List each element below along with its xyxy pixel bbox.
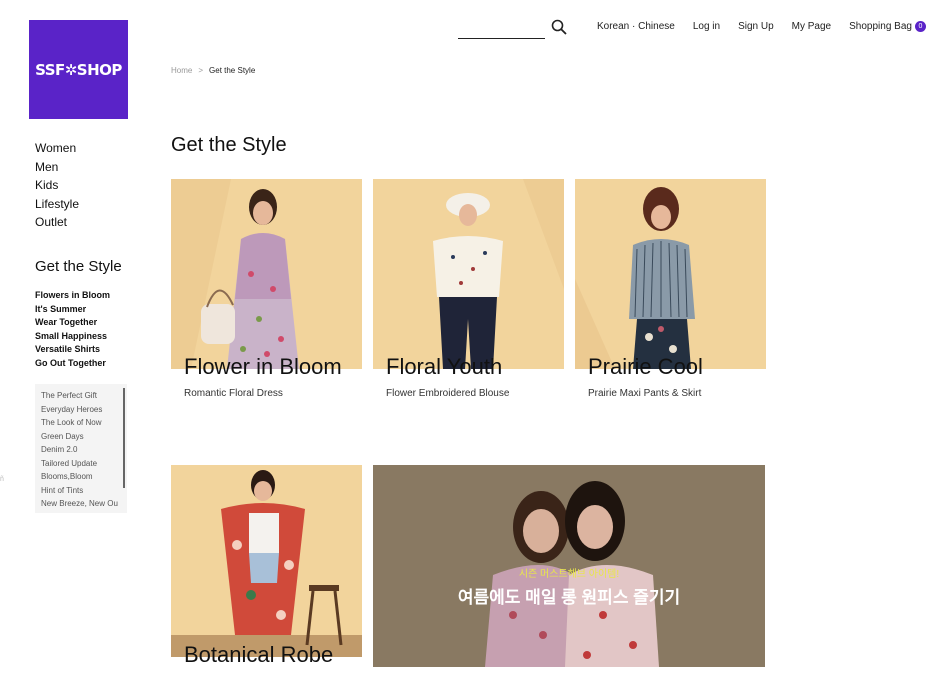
style-link[interactable]: Flowers in Bloom (35, 289, 110, 303)
more-style-link[interactable]: Hint of Tints (41, 484, 127, 498)
more-style-link[interactable]: New Breeze, New Ou (41, 497, 127, 511)
page-title: Get the Style (171, 134, 287, 156)
more-style-link[interactable]: The Look of Now (41, 416, 127, 430)
promo-banner[interactable]: 시즌 머스트해브 아이템! 여름에도 매일 롱 원피스 즐기기 (373, 465, 765, 667)
style-link[interactable]: It's Summer (35, 303, 110, 317)
breadcrumb-home[interactable]: Home (171, 66, 192, 75)
banner-title: 여름에도 매일 롱 원피스 즐기기 (457, 588, 681, 607)
more-styles-list[interactable]: The Perfect Gift Everyday Heroes The Loo… (35, 384, 127, 513)
logo-text: SSF✲SHOP (35, 60, 122, 79)
card-image (171, 179, 362, 369)
card-image (575, 179, 766, 369)
edge-mark: ñ (0, 476, 4, 483)
style-card[interactable]: Botanical Robe (171, 465, 362, 687)
card-title: Prairie Cool (588, 354, 703, 379)
more-style-link[interactable]: Green Days (41, 430, 127, 444)
banner-subtitle: 시즌 머스트해브 아이템! (518, 569, 620, 580)
style-card[interactable]: Flower in Bloom Romantic Floral Dress (171, 179, 362, 409)
more-style-link[interactable]: Blooms,Bloom (41, 470, 127, 484)
breadcrumb: Home > Get the Style (171, 66, 255, 75)
card-image (373, 179, 564, 369)
card-subtitle: Romantic Floral Dress (184, 388, 283, 399)
style-link[interactable]: Wear Together (35, 316, 110, 330)
card-subtitle: Prairie Maxi Pants & Skirt (588, 388, 702, 399)
card-title: Flower in Bloom (184, 354, 342, 379)
mypage-link[interactable]: My Page (792, 21, 831, 32)
sidebar-item-women[interactable]: Women (35, 139, 79, 158)
top-nav: Korean · Chinese Log in Sign Up My Page … (597, 21, 926, 32)
style-card[interactable]: Floral Youth Flower Embroidered Blouse (373, 179, 564, 409)
card-title: Botanical Robe (184, 642, 334, 667)
style-link[interactable]: Small Happiness (35, 330, 110, 344)
sidebar-categories: Women Men Kids Lifestyle Outlet (35, 139, 79, 232)
shopping-bag-link[interactable]: Shopping Bag 0 (849, 21, 926, 32)
more-style-link[interactable]: Everyday Heroes (41, 403, 127, 417)
sidebar-item-lifestyle[interactable]: Lifestyle (35, 195, 79, 214)
style-link[interactable]: Versatile Shirts (35, 343, 110, 357)
card-image (171, 465, 362, 657)
card-title: Floral Youth (386, 354, 503, 379)
sidebar-item-kids[interactable]: Kids (35, 176, 79, 195)
search-icon[interactable] (551, 19, 567, 35)
sidebar-item-outlet[interactable]: Outlet (35, 213, 79, 232)
more-style-link[interactable]: The Perfect Gift (41, 389, 127, 403)
card-subtitle: Flower Embroidered Blouse (386, 388, 510, 399)
search-input[interactable] (458, 18, 545, 39)
sidebar-heading: Get the Style (35, 258, 122, 275)
style-card[interactable]: Prairie Cool Prairie Maxi Pants & Skirt (575, 179, 766, 409)
breadcrumb-separator: > (198, 66, 204, 75)
shopping-bag-label: Shopping Bag (849, 21, 912, 32)
signup-link[interactable]: Sign Up (738, 21, 774, 32)
sidebar-styles: Flowers in Bloom It's Summer Wear Togeth… (35, 289, 110, 371)
style-link[interactable]: Go Out Together (35, 357, 110, 371)
scrollbar[interactable] (123, 388, 125, 488)
login-link[interactable]: Log in (693, 21, 720, 32)
language-link[interactable]: Korean · Chinese (597, 21, 675, 32)
more-style-link[interactable]: Denim 2.0 (41, 443, 127, 457)
site-logo[interactable]: SSF✲SHOP (29, 20, 128, 119)
sidebar-item-men[interactable]: Men (35, 158, 79, 177)
bag-count-badge: 0 (914, 21, 926, 32)
breadcrumb-current: Get the Style (209, 66, 256, 75)
more-style-link[interactable]: Tailored Update (41, 457, 127, 471)
